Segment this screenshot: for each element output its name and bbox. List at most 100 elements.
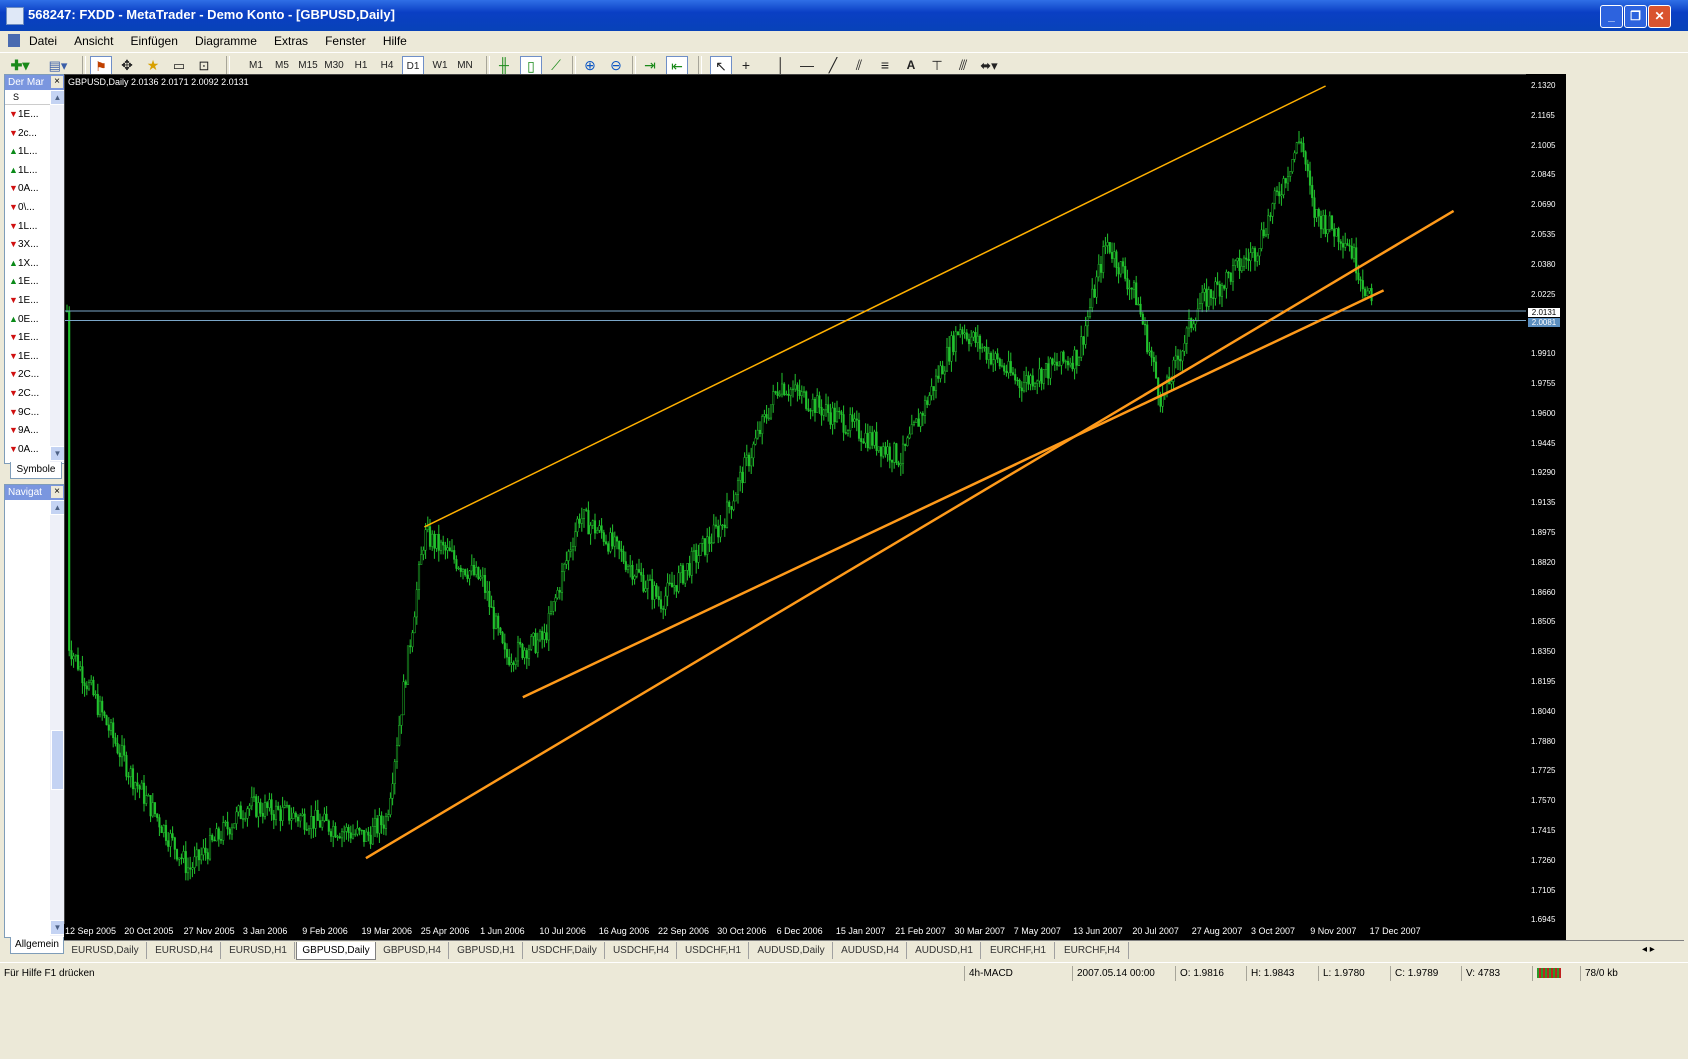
candle-body — [791, 388, 795, 391]
tf-m30-button[interactable]: M30 — [324, 56, 344, 75]
scroll-down-icon[interactable]: ▼ — [50, 920, 65, 935]
candle-body — [580, 518, 583, 524]
chart-tab[interactable]: EURCHF,H1 — [982, 942, 1055, 959]
fibonacci-icon[interactable]: ≡ — [875, 56, 895, 75]
tab-allgemein[interactable]: Allgemein — [10, 937, 64, 954]
tab-symbole[interactable]: Symbole — [10, 462, 62, 479]
arrow-down-icon: ▼ — [9, 220, 18, 231]
zoom-in-icon[interactable]: ⊕ — [580, 56, 600, 75]
scroll-down-icon[interactable]: ▼ — [50, 446, 65, 461]
menu-hilfe[interactable]: Hilfe — [376, 31, 414, 48]
candle-body — [90, 679, 93, 683]
chart-tab[interactable]: USDCHF,H1 — [678, 942, 749, 959]
navigator-icon[interactable]: ★ — [143, 56, 163, 75]
navigator-scrollbar[interactable]: ▲ ▼ — [50, 500, 65, 936]
tabs-scroll-icon[interactable]: ◂ ▸ — [1642, 944, 1670, 955]
candle-body — [631, 564, 634, 580]
y-tick-label: 1.7105 — [1531, 885, 1556, 895]
chart-tab[interactable]: GBPUSD,Daily — [296, 942, 376, 960]
candle-body — [734, 494, 737, 502]
price-chart[interactable] — [65, 75, 1527, 927]
chart-tab[interactable]: AUDUSD,H4 — [834, 942, 907, 959]
minimize-button[interactable]: _ — [1600, 5, 1623, 28]
new-chart-icon[interactable]: ✚▾ — [10, 56, 30, 75]
navigator-close-icon[interactable]: × — [51, 486, 63, 498]
menu-extras[interactable]: Extras — [267, 31, 315, 48]
chart-tab[interactable]: EURUSD,H4 — [148, 942, 221, 959]
tf-m5-button[interactable]: M5 — [272, 56, 292, 75]
menu-einfuegen[interactable]: Einfügen — [124, 31, 185, 48]
x-tick-label: 16 Aug 2006 — [598, 926, 650, 936]
toolbar-separator — [572, 56, 576, 75]
channel-upper-line[interactable] — [424, 85, 1326, 528]
trendline-main[interactable] — [365, 209, 1455, 860]
tf-h1-button[interactable]: H1 — [351, 56, 371, 75]
tf-m15-button[interactable]: M15 — [298, 56, 318, 75]
candle-body — [325, 813, 328, 822]
candle-body — [1304, 151, 1307, 165]
market-watch-close-icon[interactable]: × — [51, 76, 63, 88]
menu-fenster[interactable]: Fenster — [318, 31, 373, 48]
chart-tab[interactable]: USDCHF,Daily — [524, 942, 605, 959]
menu-ansicht[interactable]: Ansicht — [67, 31, 120, 48]
crosshair-data-icon[interactable]: ✥ — [117, 56, 137, 75]
tf-w1-button[interactable]: W1 — [430, 56, 450, 75]
scroll-up-icon[interactable]: ▲ — [50, 90, 65, 105]
chart-area[interactable] — [64, 74, 1528, 928]
tf-m1-button[interactable]: M1 — [246, 56, 266, 75]
candle-body — [996, 353, 999, 360]
arrows-icon[interactable]: ⬌▾ — [979, 56, 999, 75]
chart-tab[interactable]: USDCHF,H4 — [606, 942, 677, 959]
chart-tab[interactable]: AUDUSD,Daily — [750, 942, 833, 959]
maximize-button[interactable]: ❐ — [1624, 5, 1647, 28]
chart-tab[interactable]: EURCHF,H4 — [1056, 942, 1129, 959]
candle-body — [277, 805, 280, 810]
text-icon[interactable]: A — [901, 56, 921, 75]
candle-body — [1128, 287, 1131, 290]
candle-body — [877, 446, 880, 451]
candle-body — [1047, 363, 1050, 379]
bar-chart-icon[interactable]: ╫ — [494, 56, 514, 75]
candle-body — [998, 358, 1001, 367]
menu-diagramme[interactable]: Diagramme — [188, 31, 264, 48]
equidistant-channel-icon[interactable]: ⫽ — [849, 56, 869, 75]
line-chart-icon[interactable]: ⟋ — [546, 56, 566, 75]
close-button[interactable]: ✕ — [1648, 5, 1671, 28]
candle-body — [917, 418, 920, 427]
candle-body — [981, 347, 984, 349]
text-label-icon[interactable]: ⊤ — [927, 56, 947, 75]
scroll-up-icon[interactable]: ▲ — [50, 500, 65, 515]
tester-icon[interactable]: ⊡ — [194, 56, 214, 75]
profiles-icon[interactable]: ▤▾ — [48, 56, 68, 75]
tf-mn-button[interactable]: MN — [455, 56, 475, 75]
candle-body — [736, 480, 740, 495]
candle-body — [681, 565, 685, 584]
candle-body — [387, 814, 390, 818]
menu-datei[interactable]: Datei — [22, 31, 64, 48]
chart-tab[interactable]: GBPUSD,H4 — [376, 942, 449, 959]
chart-tab[interactable]: GBPUSD,H1 — [450, 942, 523, 959]
vertical-line-icon[interactable]: │ — [771, 56, 791, 75]
candle-body — [488, 590, 491, 608]
arrow-down-icon: ▼ — [9, 443, 18, 454]
trendline-icon[interactable]: ╱ — [823, 56, 843, 75]
candle-body — [151, 802, 154, 817]
y-tick-label: 1.9290 — [1531, 468, 1556, 478]
crosshair-icon[interactable]: + — [736, 56, 756, 75]
chart-tab[interactable]: AUDUSD,H1 — [908, 942, 981, 959]
horizontal-line-icon[interactable]: — — [797, 56, 817, 75]
candle-body — [252, 796, 256, 798]
auto-scroll-icon[interactable]: ⇥ — [640, 56, 660, 75]
candle-body — [789, 389, 792, 396]
terminal-icon[interactable]: ▭ — [169, 56, 189, 75]
chart-tab[interactable]: EURUSD,Daily — [64, 942, 147, 959]
market-watch-scrollbar[interactable]: ▲ ▼ — [50, 90, 65, 462]
scroll-thumb[interactable] — [51, 730, 64, 790]
zoom-out-icon[interactable]: ⊖ — [606, 56, 626, 75]
chart-tab[interactable]: EURUSD,H1 — [222, 942, 295, 959]
candle-body — [827, 404, 830, 413]
candle-body — [615, 536, 619, 542]
tf-h4-button[interactable]: H4 — [377, 56, 397, 75]
candle-body — [730, 506, 733, 510]
gann-icon[interactable]: ⫻ — [953, 56, 973, 75]
